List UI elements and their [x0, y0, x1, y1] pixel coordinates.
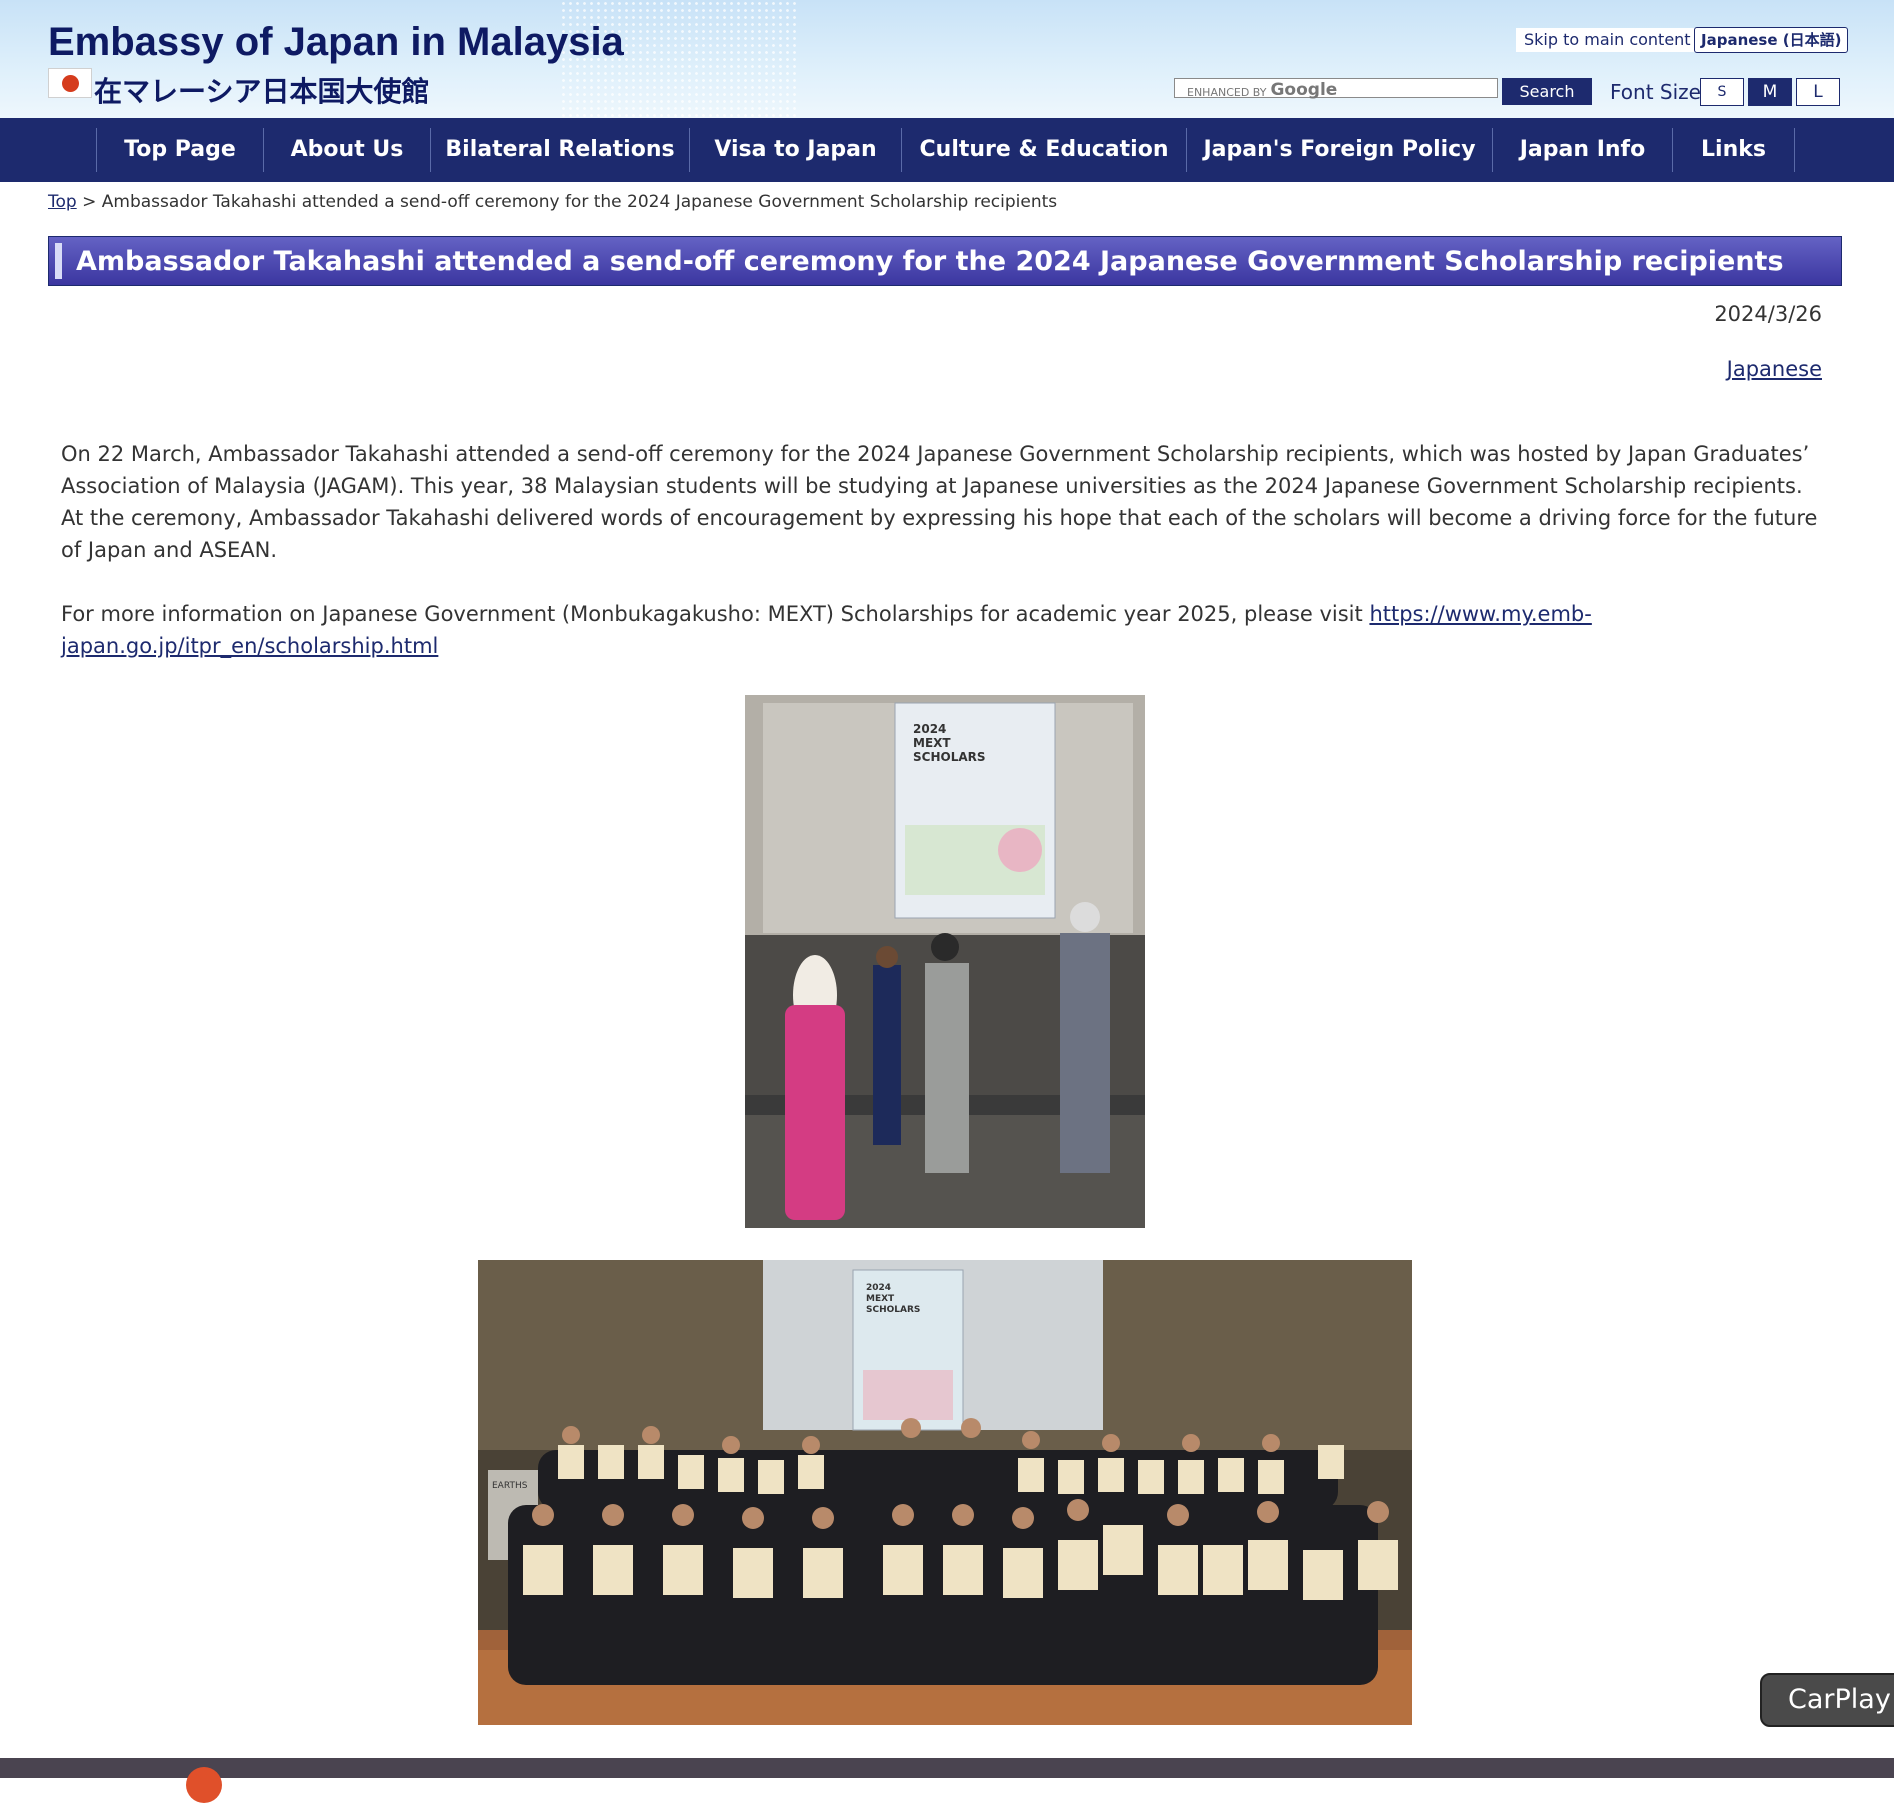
poster-year: 2024: [913, 722, 946, 736]
site-subtitle[interactable]: 在マレーシア日本国大使館: [94, 70, 429, 110]
lectern-sign: EARTHS: [492, 1481, 528, 1491]
carplay-button[interactable]: CarPlay: [1760, 1673, 1894, 1727]
breadcrumb-separator: >: [82, 192, 97, 212]
article-paragraph: For more information on Japanese Governm…: [61, 598, 1831, 662]
japan-flag-icon: [48, 68, 92, 98]
ceremony-photo: 2024 MEXT SCHOLARS: [745, 695, 1145, 1228]
group-photo: 2024 MEXT SCHOLARS EARTHS: [478, 1260, 1412, 1725]
breadcrumb-current: Ambassador Takahashi attended a send-off…: [101, 192, 1058, 212]
article-body: On 22 March, Ambassador Takahashi attend…: [61, 438, 1831, 694]
group-poster-year: 2024: [866, 1283, 891, 1293]
nav-item-links[interactable]: Links: [1672, 128, 1795, 172]
page-title-bar: Ambassador Takahashi attended a send-off…: [48, 236, 1842, 286]
japanese-version-link[interactable]: Japanese: [1727, 357, 1822, 381]
font-size-label: Font Size: [1610, 80, 1701, 104]
nav-item-foreign-policy[interactable]: Japan's Foreign Policy: [1186, 128, 1492, 172]
group-poster-mext: MEXT: [866, 1294, 895, 1304]
page-title: Ambassador Takahashi attended a send-off…: [76, 246, 1784, 277]
search-enhanced-label: ENHANCED BY: [1187, 86, 1267, 99]
font-size-medium-button[interactable]: M: [1748, 78, 1792, 106]
os-dock-bar: [0, 1758, 1894, 1803]
nav-item-top-page[interactable]: Top Page: [96, 128, 263, 172]
google-logo: Google: [1270, 80, 1338, 100]
group-photo-illustration: 2024 MEXT SCHOLARS EARTHS: [478, 1260, 1412, 1725]
search-input[interactable]: ENHANCED BY Google: [1174, 78, 1498, 100]
ceremony-photo-illustration: 2024 MEXT SCHOLARS: [745, 695, 1145, 1228]
language-switch-link[interactable]: Japanese (日本語): [1694, 27, 1849, 53]
article-paragraph: On 22 March, Ambassador Takahashi attend…: [61, 442, 1818, 562]
search-button[interactable]: Search: [1502, 78, 1592, 105]
site-header: Embassy of Japan in Malaysia 在マレーシア日本国大使…: [0, 0, 1894, 118]
post-date: 2024/3/26: [1714, 302, 1822, 326]
font-size-small-button[interactable]: S: [1700, 78, 1744, 106]
group-poster-scholars: SCHOLARS: [866, 1305, 920, 1315]
dock-app-icon[interactable]: [186, 1767, 222, 1803]
nav-item-culture-education[interactable]: Culture & Education: [901, 128, 1186, 172]
paragraph-text: For more information on Japanese Governm…: [61, 602, 1370, 626]
nav-item-about-us[interactable]: About Us: [263, 128, 430, 172]
nav-item-visa-to-japan[interactable]: Visa to Japan: [689, 128, 901, 172]
poster-mext: MEXT: [913, 736, 951, 750]
skip-to-main-link[interactable]: Skip to main content: [1516, 28, 1699, 52]
nav-item-japan-info[interactable]: Japan Info: [1492, 128, 1672, 172]
breadcrumb-top-link[interactable]: Top: [48, 192, 77, 212]
site-title[interactable]: Embassy of Japan in Malaysia: [48, 20, 624, 65]
font-size-large-button[interactable]: L: [1796, 78, 1840, 106]
nav-item-bilateral-relations[interactable]: Bilateral Relations: [430, 128, 689, 172]
poster-scholars: SCHOLARS: [913, 750, 986, 764]
breadcrumb: Top > Ambassador Takahashi attended a se…: [48, 192, 1057, 212]
global-nav: Top Page About Us Bilateral Relations Vi…: [0, 118, 1894, 182]
